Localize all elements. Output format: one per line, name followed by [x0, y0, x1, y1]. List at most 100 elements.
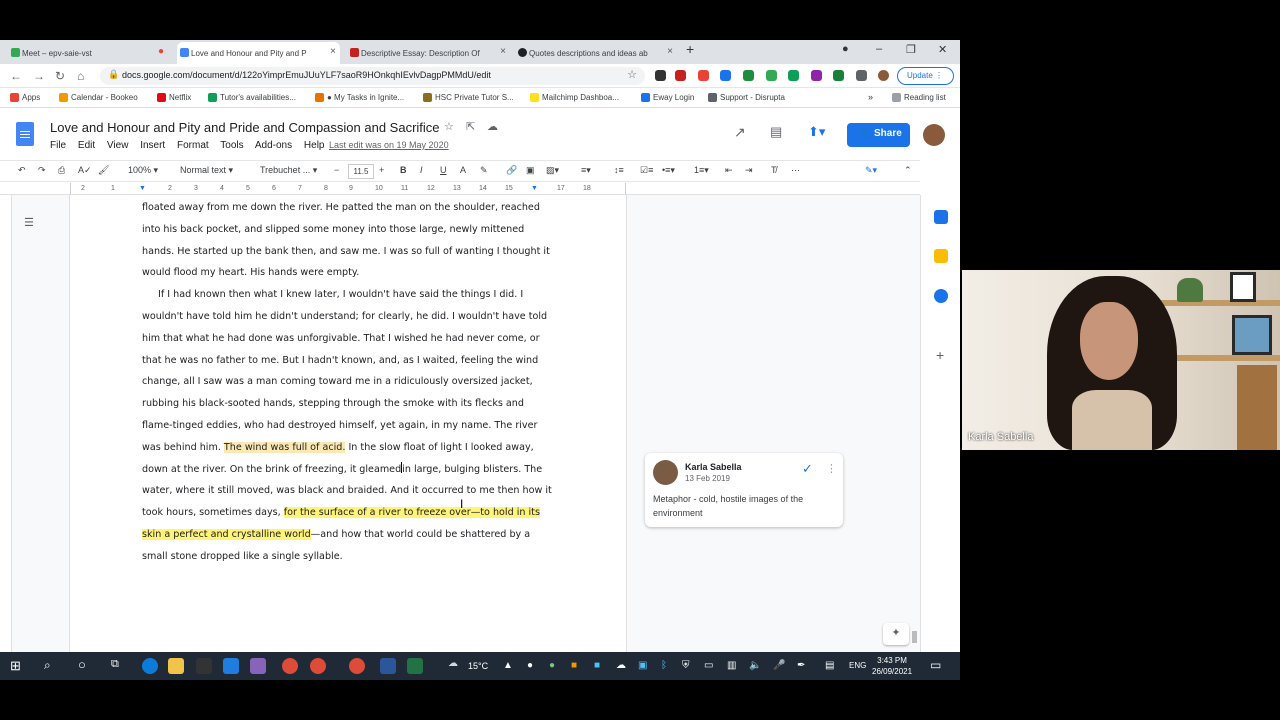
- volume-icon[interactable]: 🔈: [749, 660, 761, 671]
- bookmark-eway[interactable]: Eway Login: [641, 93, 694, 102]
- keep-icon[interactable]: [934, 249, 948, 263]
- activity-trend-icon[interactable]: ↗: [734, 124, 746, 141]
- italic-icon[interactable]: I: [420, 165, 423, 175]
- link-icon[interactable]: 🔗: [506, 165, 517, 176]
- extension-icon[interactable]: [720, 70, 731, 81]
- comments-icon[interactable]: ▤: [770, 124, 782, 140]
- close-tab-icon[interactable]: ×: [330, 46, 336, 57]
- extension-icon[interactable]: [811, 70, 822, 81]
- menu-insert[interactable]: Insert: [140, 140, 165, 151]
- increase-font-icon[interactable]: +: [379, 165, 384, 175]
- extension-icon[interactable]: [833, 70, 844, 81]
- chrome-icon[interactable]: [310, 658, 326, 674]
- bulleted-list-icon[interactable]: •≡▾: [662, 165, 675, 176]
- clock[interactable]: 3:43 PM 26/09/2021: [872, 655, 912, 677]
- search-icon[interactable]: ⌕: [44, 658, 51, 673]
- tray-icon[interactable]: ▣: [638, 660, 647, 671]
- redo-icon[interactable]: ↷: [38, 165, 46, 176]
- menu-edit[interactable]: Edit: [78, 140, 95, 151]
- profile-avatar[interactable]: [878, 70, 889, 81]
- menu-tools[interactable]: Tools: [220, 140, 243, 151]
- tray-icon[interactable]: ▲: [503, 660, 513, 671]
- tray-icon[interactable]: ●: [549, 660, 555, 671]
- menu-help[interactable]: Help: [304, 140, 325, 151]
- bookmark-tutor[interactable]: Tutor's availabilities...: [208, 93, 296, 102]
- extension-icon[interactable]: [766, 70, 777, 81]
- mail-icon[interactable]: [223, 658, 239, 674]
- explore-button[interactable]: ✦: [883, 623, 909, 645]
- chrome-icon[interactable]: [282, 658, 298, 674]
- language-indicator[interactable]: ENG: [849, 661, 866, 670]
- pen-icon[interactable]: ✒: [797, 660, 805, 671]
- share-button[interactable]: Share: [847, 123, 910, 147]
- tab-doc[interactable]: Love and Honour and Pity and P ×: [177, 42, 340, 64]
- bookmark-calendar[interactable]: Calendar - Bookeo: [59, 93, 138, 102]
- align-icon[interactable]: ≡▾: [581, 165, 591, 176]
- file-explorer-icon[interactable]: [168, 658, 184, 674]
- app-icon[interactable]: [250, 658, 266, 674]
- tray-icon[interactable]: ■: [594, 660, 600, 671]
- spellcheck-icon[interactable]: A✓: [78, 165, 92, 176]
- underline-icon[interactable]: U: [440, 165, 447, 175]
- tray-icon[interactable]: ●: [527, 660, 533, 671]
- tray-icon[interactable]: ⛨: [682, 660, 690, 671]
- document-title[interactable]: Love and Honour and Pity and Pride and C…: [50, 120, 440, 135]
- menu-addons[interactable]: Add-ons: [255, 140, 292, 151]
- resolve-check-icon[interactable]: ✓: [802, 461, 813, 477]
- star-icon[interactable]: ☆: [627, 68, 637, 81]
- chrome-icon[interactable]: [349, 658, 365, 674]
- tray-icon[interactable]: ▭: [704, 660, 713, 671]
- decrease-font-icon[interactable]: −: [334, 165, 339, 175]
- zoom-select[interactable]: 100% ▾: [128, 165, 158, 176]
- checklist-icon[interactable]: ☑≡: [640, 165, 653, 176]
- highlighted-metaphor[interactable]: The wind was full of acid.: [223, 441, 346, 453]
- close-tab-icon[interactable]: ×: [500, 46, 506, 57]
- new-tab-icon[interactable]: +: [686, 41, 694, 57]
- tasks-icon[interactable]: [934, 289, 948, 303]
- last-edit-link[interactable]: Last edit was on 19 May 2020: [329, 140, 449, 150]
- home-icon[interactable]: ⌂: [77, 69, 84, 83]
- store-icon[interactable]: [196, 658, 212, 674]
- keyboard-icon[interactable]: ▤: [825, 660, 834, 671]
- reading-list[interactable]: Reading list: [892, 93, 946, 102]
- excel-icon[interactable]: [407, 658, 423, 674]
- extension-icon[interactable]: [743, 70, 754, 81]
- tab-essay[interactable]: Descriptive Essay: Description Of ×: [347, 42, 510, 64]
- bookmark-apps[interactable]: Apps: [10, 93, 40, 102]
- paint-format-icon[interactable]: 🖌: [98, 165, 109, 176]
- start-windows-icon[interactable]: ⊞: [10, 658, 21, 674]
- edge-icon[interactable]: [142, 658, 158, 674]
- increase-indent-icon[interactable]: ⇥: [745, 165, 753, 176]
- bookmark-netflix[interactable]: Netflix: [157, 93, 191, 102]
- network-icon[interactable]: ▥: [727, 660, 736, 671]
- more-icon[interactable]: ⋯: [791, 165, 800, 176]
- font-size-input[interactable]: 11.5: [348, 164, 374, 179]
- extension-icon[interactable]: [675, 70, 686, 81]
- editing-mode-icon[interactable]: ✎▾: [865, 165, 877, 176]
- menu-file[interactable]: File: [50, 140, 66, 151]
- minimize-icon[interactable]: –: [876, 43, 882, 55]
- highlight-icon[interactable]: ✎: [480, 165, 488, 176]
- bold-icon[interactable]: B: [400, 165, 407, 175]
- close-tab-icon[interactable]: ×: [667, 46, 673, 57]
- clear-formatting-icon[interactable]: T̸: [771, 165, 777, 175]
- more-bookmarks-icon[interactable]: »: [868, 92, 873, 102]
- puzzle-icon[interactable]: [856, 70, 867, 81]
- line-spacing-icon[interactable]: ↕≡: [614, 165, 624, 175]
- forward-icon[interactable]: →: [33, 69, 45, 83]
- more-vert-icon[interactable]: ⋮: [826, 462, 837, 475]
- indent-marker-icon[interactable]: ▼: [139, 185, 146, 192]
- account-avatar[interactable]: [923, 124, 945, 146]
- text-color-icon[interactable]: A: [460, 165, 466, 175]
- comment-card[interactable]: Karla Sabella 13 Feb 2019 ✓ ⋮ Metaphor -…: [645, 453, 843, 527]
- document-page[interactable]: floated away from me down the river. He …: [69, 195, 627, 680]
- word-icon[interactable]: [380, 658, 396, 674]
- docs-logo-icon[interactable]: [16, 122, 34, 146]
- tab-meet[interactable]: Meet – epv-saie-vst ●: [8, 42, 168, 64]
- notifications-icon[interactable]: ▭: [930, 658, 941, 672]
- onedrive-icon[interactable]: ☁: [616, 660, 626, 671]
- cortana-icon[interactable]: ○: [78, 657, 86, 672]
- present-icon[interactable]: ⬆▾: [808, 124, 825, 140]
- undo-icon[interactable]: ↶: [18, 165, 26, 176]
- numbered-list-icon[interactable]: 1≡▾: [694, 165, 709, 176]
